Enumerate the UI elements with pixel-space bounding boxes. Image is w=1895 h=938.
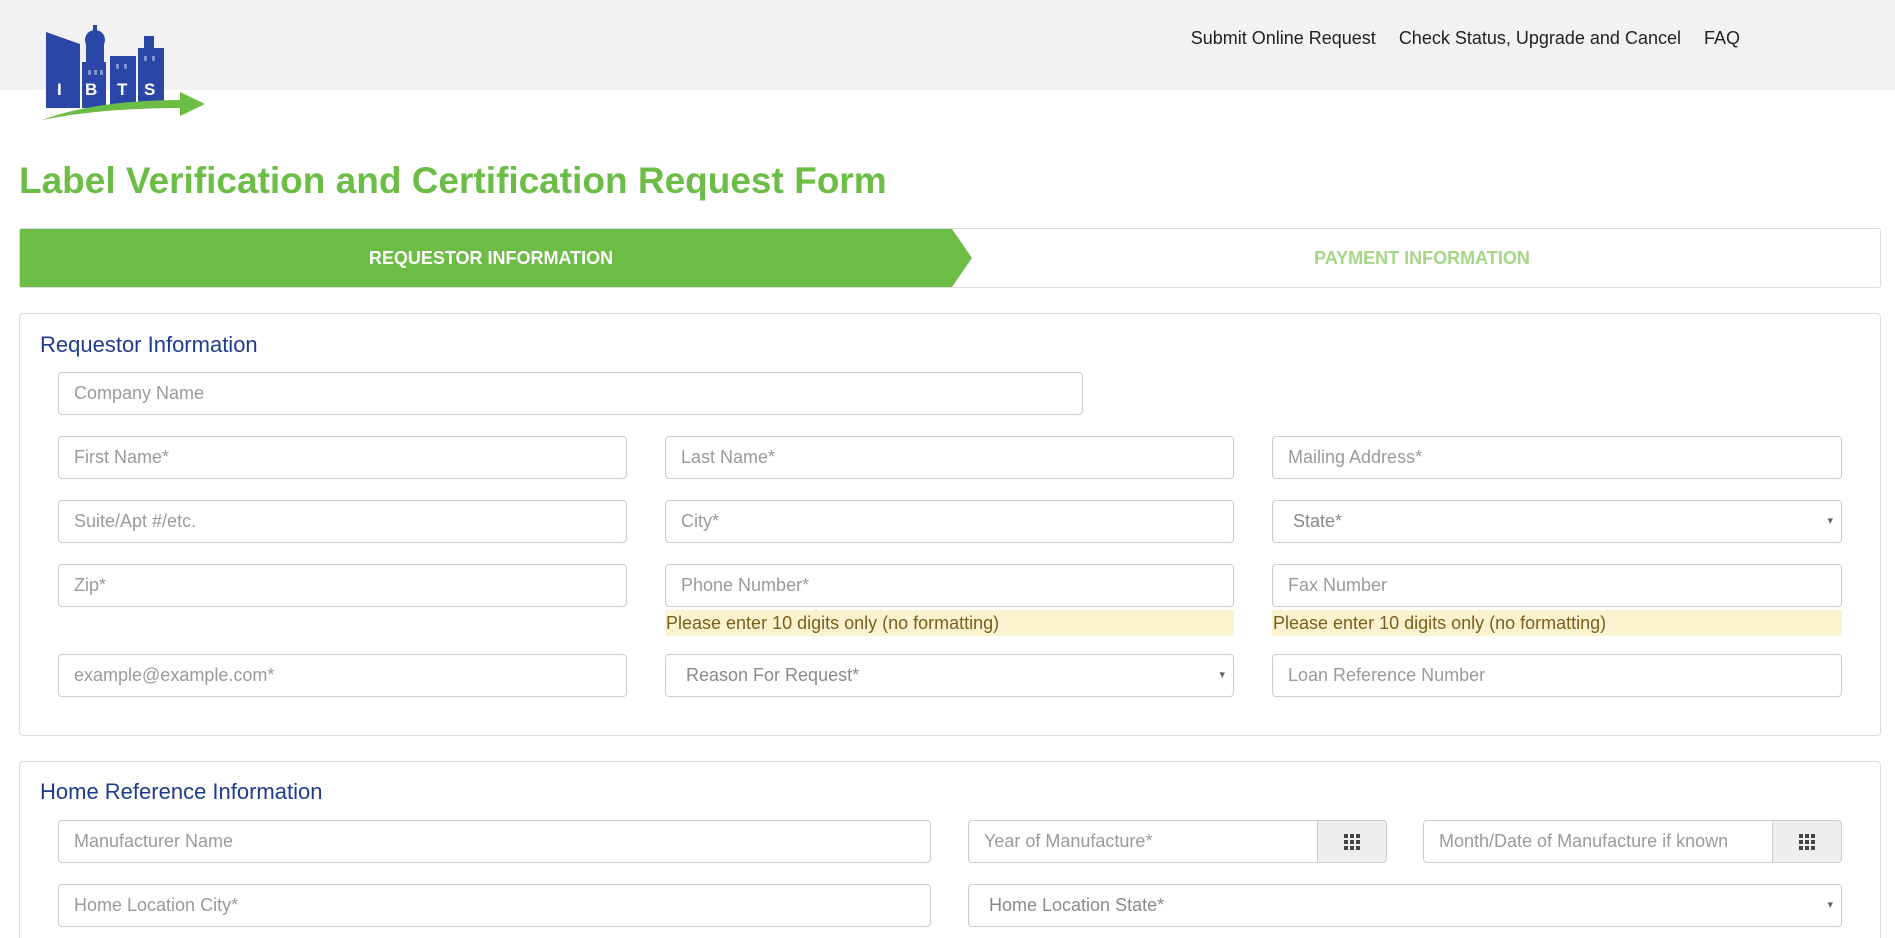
step-payment-information[interactable]: PAYMENT INFORMATION [962, 229, 1882, 287]
email-input[interactable] [58, 654, 627, 697]
requestor-section-title: Requestor Information [40, 332, 258, 357]
nav-faq[interactable]: FAQ [1704, 28, 1740, 49]
logo-letter: B [85, 80, 97, 99]
ibts-logo[interactable]: I B T S [40, 20, 210, 120]
top-nav: Submit Online Request Check Status, Upgr… [1191, 28, 1740, 49]
calendar-grid-icon [1344, 833, 1360, 850]
home-reference-panel: Home Reference Information Home Location… [19, 761, 1881, 938]
home-section-title: Home Reference Information [40, 779, 323, 804]
reason-for-request-select[interactable]: Reason For Request* ▾ [665, 654, 1234, 697]
month-date-of-manufacture-input[interactable] [1423, 820, 1773, 863]
state-select-value: State* [1293, 511, 1343, 531]
header-curve [0, 90, 1895, 136]
page-title: Label Verification and Certification Req… [19, 160, 887, 201]
fax-number-input[interactable] [1272, 564, 1842, 607]
first-name-input[interactable] [58, 436, 627, 479]
chevron-down-icon: ▾ [1827, 515, 1833, 527]
form-steps: REQUESTOR INFORMATION PAYMENT INFORMATIO… [19, 228, 1881, 288]
year-picker-button[interactable] [1317, 820, 1387, 863]
mailing-address-input[interactable] [1272, 436, 1842, 479]
logo-letter: I [57, 80, 62, 99]
loan-reference-input[interactable] [1272, 654, 1842, 697]
calendar-grid-icon [1799, 833, 1815, 850]
requestor-panel: Requestor Information State* ▾ Please en… [19, 313, 1881, 736]
date-picker-button[interactable] [1772, 820, 1842, 863]
company-name-input[interactable] [58, 372, 1083, 415]
phone-number-input[interactable] [665, 564, 1234, 607]
suite-input[interactable] [58, 500, 627, 543]
last-name-input[interactable] [665, 436, 1234, 479]
reason-select-value: Reason For Request* [686, 665, 860, 685]
chevron-down-icon: ▾ [1827, 899, 1833, 911]
logo-letter: T [117, 80, 128, 99]
step-requestor-information[interactable]: REQUESTOR INFORMATION [20, 229, 962, 287]
fax-format-hint: Please enter 10 digits only (no formatti… [1272, 610, 1842, 636]
zip-input[interactable] [58, 564, 627, 607]
state-select[interactable]: State* ▾ [1272, 500, 1842, 543]
home-location-state-select[interactable]: Home Location State* ▾ [968, 884, 1842, 927]
chevron-down-icon: ▾ [1219, 669, 1225, 681]
logo-letter: S [144, 80, 155, 99]
home-location-city-input[interactable] [58, 884, 931, 927]
home-state-select-value: Home Location State* [989, 895, 1165, 915]
manufacturer-name-input[interactable] [58, 820, 931, 863]
nav-check-status[interactable]: Check Status, Upgrade and Cancel [1399, 28, 1681, 49]
nav-submit-online-request[interactable]: Submit Online Request [1191, 28, 1376, 49]
year-of-manufacture-input[interactable] [968, 820, 1318, 863]
city-input[interactable] [665, 500, 1234, 543]
phone-format-hint: Please enter 10 digits only (no formatti… [665, 610, 1234, 636]
site-header: I B T S Submit Online Request Check Stat… [0, 0, 1895, 136]
